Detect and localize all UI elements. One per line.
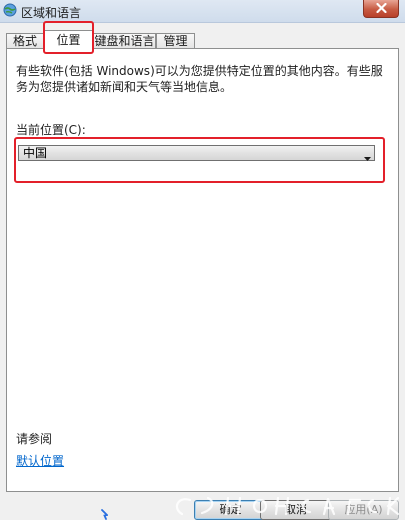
location-description: 有些软件(包括 Windows)可以为您提供特定位置的其他内容。有些服务为您提供… <box>16 64 383 94</box>
current-location-label: 当前位置(C): <box>16 123 86 137</box>
region-language-dialog: 区域和语言 格式 位置 键盘和语言 管理 有些软件(包括 Windows)可以为… <box>0 0 405 520</box>
tab-administrative[interactable]: 管理 <box>156 33 195 48</box>
chevron-down-icon <box>364 150 371 164</box>
cursor-icon <box>101 509 108 520</box>
tab-location[interactable]: 位置 <box>44 30 93 49</box>
apply-button[interactable]: 应用(A) <box>328 500 399 520</box>
close-icon <box>376 3 387 13</box>
tab-keyboards-languages[interactable]: 键盘和语言 <box>93 33 156 48</box>
location-panel: 有些软件(包括 Windows)可以为您提供特定位置的其他内容。有些服务为您提供… <box>6 48 399 492</box>
ok-button[interactable]: 确定 <box>194 500 267 520</box>
tab-formats[interactable]: 格式 <box>6 33 44 48</box>
window-title: 区域和语言 <box>21 6 82 20</box>
selected-location-value: 中国 <box>23 146 48 160</box>
cancel-button[interactable]: 取消 <box>260 500 332 520</box>
tab-strip: 格式 位置 键盘和语言 管理 <box>6 30 399 49</box>
dialog-button-row: 确定 取消 应用(A) <box>0 492 405 520</box>
title-bar: 区域和语言 <box>0 0 405 23</box>
close-button[interactable] <box>363 0 399 18</box>
globe-clock-icon <box>3 3 17 17</box>
see-also-heading: 请参阅 <box>16 432 53 446</box>
current-location-select[interactable]: 中国 <box>18 145 375 161</box>
default-location-link[interactable]: 默认位置 <box>16 452 64 469</box>
